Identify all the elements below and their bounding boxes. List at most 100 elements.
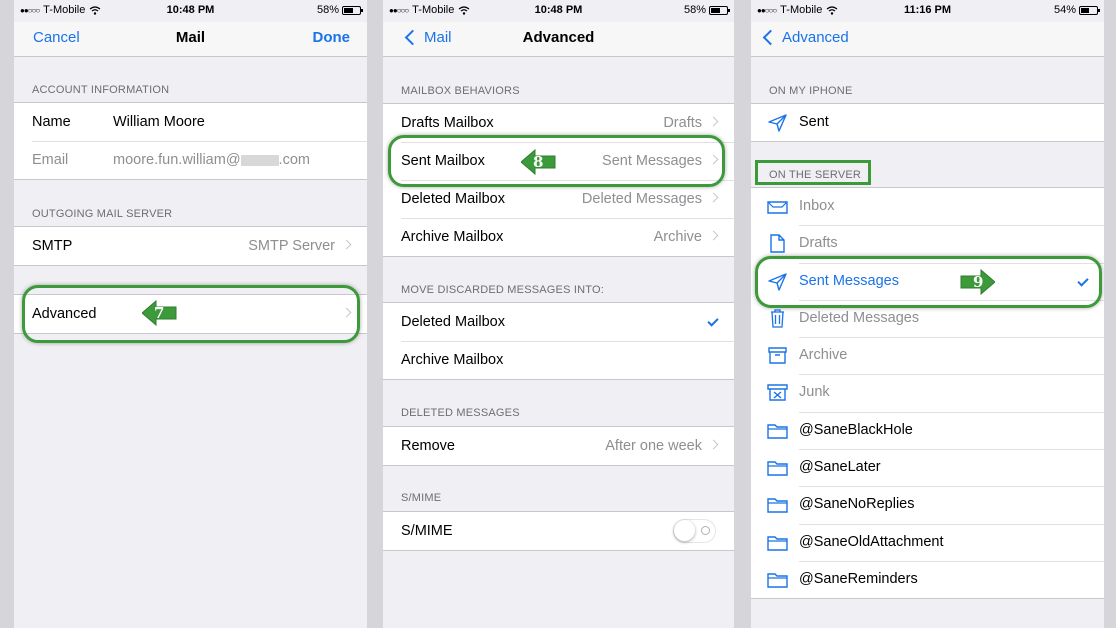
mailbox-name: Junk (799, 384, 830, 401)
status-time: 11:16 PM (903, 4, 952, 16)
battery-icon (709, 5, 730, 15)
mailbox-row-folder[interactable]: @SaneReminders (751, 560, 1104, 598)
section-header-outgoing: OUTGOING MAIL SERVER (32, 208, 173, 220)
smime-label: S/MIME (401, 523, 453, 539)
phone-screen-mail-account: ●●○○○ T-Mobile 10:48 PM 58% Cancel Mail D… (14, 0, 367, 628)
chevron-right-icon (708, 439, 719, 450)
mailbox-name: Archive (799, 347, 848, 364)
row-label: Sent Mailbox (401, 153, 485, 169)
battery: 54% (1054, 4, 1100, 16)
smime-toggle[interactable] (673, 519, 716, 543)
drafts-mailbox-row[interactable]: Drafts Mailbox Drafts (383, 104, 734, 142)
mailbox-row-inbox[interactable]: Inbox (751, 188, 1104, 225)
status-bar: ●●○○○ T-Mobile 10:48 PM 58% (383, 0, 734, 22)
back-button[interactable]: Advanced (760, 29, 849, 46)
status-time: 10:48 PM (166, 4, 215, 16)
chevron-left-icon (762, 29, 779, 46)
mailbox-row-junk[interactable]: Junk (751, 374, 1104, 411)
mailbox-row-sent-messages[interactable]: Sent Messages (751, 262, 1104, 300)
folder-icon (767, 461, 788, 476)
mailbox-name: @SaneBlackHole (799, 421, 913, 438)
checkmark-icon (1077, 274, 1089, 287)
row-value: Archive (653, 229, 702, 245)
mailbox-row-drafts[interactable]: Drafts (751, 225, 1104, 262)
row-label: Archive Mailbox (401, 229, 504, 245)
local-group: Sent (751, 103, 1104, 143)
navigation-bar: Cancel Mail Done (14, 22, 367, 57)
status-bar: ●●○○○ T-Mobile 10:48 PM 58% (14, 0, 367, 22)
mailbox-row-folder[interactable]: @SaneLater (751, 449, 1104, 486)
mailbox-name: Inbox (799, 198, 835, 214)
mailbox-row-folder[interactable]: @SaneOldAttachment (751, 523, 1104, 561)
advanced-group: Advanced (14, 294, 367, 334)
discard-group: Deleted Mailbox Archive Mailbox (383, 302, 734, 380)
paper-plane-icon (768, 114, 787, 132)
row-value: Drafts (663, 115, 702, 131)
mailbox-row-archive[interactable]: Archive (751, 337, 1104, 374)
advanced-label: Advanced (32, 306, 97, 322)
navigation-bar: Mail Advanced (383, 22, 734, 57)
mailbox-row-folder[interactable]: @SaneNoReplies (751, 486, 1104, 523)
discard-option-deleted[interactable]: Deleted Mailbox (383, 303, 734, 341)
phone-screen-sent-mailbox: ●●○○○ T-Mobile 11:16 PM 54% Advanced ON M… (751, 0, 1104, 628)
mailbox-name: @SaneOldAttachment (799, 533, 944, 550)
smtp-value: SMTP Server (248, 238, 335, 254)
account-group: Name William Moore Email moore.fun.willi… (14, 102, 367, 180)
back-button[interactable]: Mail (402, 29, 452, 46)
smtp-label: SMTP (32, 238, 73, 254)
behaviors-group: Drafts Mailbox Drafts Sent Mailbox Sent … (383, 103, 734, 257)
discard-option-archive[interactable]: Archive Mailbox (383, 341, 734, 379)
battery-icon (342, 5, 363, 15)
chevron-right-icon (708, 192, 719, 203)
mailbox-name: Drafts (799, 235, 838, 252)
deleted-mailbox-row[interactable]: Deleted Mailbox Deleted Messages (383, 180, 734, 218)
redacted-text (240, 154, 279, 166)
option-label: Deleted Mailbox (401, 314, 505, 330)
advanced-row[interactable]: Advanced (14, 295, 367, 333)
toggle-knob (674, 520, 695, 541)
archive-mailbox-row[interactable]: Archive Mailbox Archive (383, 218, 734, 256)
step-9-arrow: 9 (959, 269, 996, 295)
email-value: moore.fun.william@ .com (113, 152, 310, 168)
row-label: Drafts Mailbox (401, 115, 494, 131)
toggle-off-icon (701, 526, 710, 535)
trash-icon (771, 309, 784, 328)
section-header-discard: MOVE DISCARDED MESSAGES INTO: (401, 284, 605, 296)
mailbox-row-local-sent[interactable]: Sent (751, 104, 1104, 141)
folder-icon (767, 573, 788, 588)
archive-box-icon (768, 347, 787, 364)
remove-row[interactable]: Remove After one week (383, 427, 734, 465)
section-header-on-server: ON THE SERVER (769, 169, 862, 181)
mailbox-name: Deleted Messages (799, 309, 920, 326)
name-row[interactable]: Name William Moore (14, 103, 367, 141)
done-button[interactable]: Done (313, 29, 351, 46)
inbox-icon (767, 201, 788, 214)
battery-icon (1079, 5, 1100, 15)
folder-icon (767, 498, 788, 514)
mailbox-row-folder[interactable]: @SaneBlackHole (751, 411, 1104, 449)
mailbox-row-deleted-messages[interactable]: Deleted Messages (751, 299, 1104, 337)
chevron-left-icon (404, 29, 421, 46)
navigation-bar: Advanced (751, 22, 1104, 57)
mailbox-name: @SaneLater (799, 459, 881, 476)
remove-value: After one week (605, 438, 702, 454)
folder-icon (767, 535, 788, 551)
folder-icon (767, 424, 788, 439)
smime-group: S/MIME (383, 511, 734, 551)
outgoing-group: SMTP SMTP Server (14, 226, 367, 266)
chevron-right-icon (708, 154, 719, 165)
step-7-arrow: 7 (141, 300, 178, 326)
step-8-arrow: 8 (520, 149, 557, 175)
email-label: Email (32, 152, 69, 168)
document-icon (770, 234, 785, 253)
smtp-row[interactable]: SMTP SMTP Server (14, 227, 367, 265)
section-header-on-iphone: ON MY IPHONE (769, 85, 853, 97)
mailbox-name: @SaneNoReplies (799, 496, 915, 513)
sent-mailbox-row[interactable]: Sent Mailbox Sent Messages (383, 142, 734, 180)
cancel-button[interactable]: Cancel (33, 29, 80, 46)
battery: 58% (317, 4, 363, 16)
deleted-group: Remove After one week (383, 426, 734, 466)
name-value[interactable]: William Moore (113, 114, 205, 130)
battery: 58% (684, 4, 730, 16)
status-bar: ●●○○○ T-Mobile 11:16 PM 54% (751, 0, 1104, 22)
